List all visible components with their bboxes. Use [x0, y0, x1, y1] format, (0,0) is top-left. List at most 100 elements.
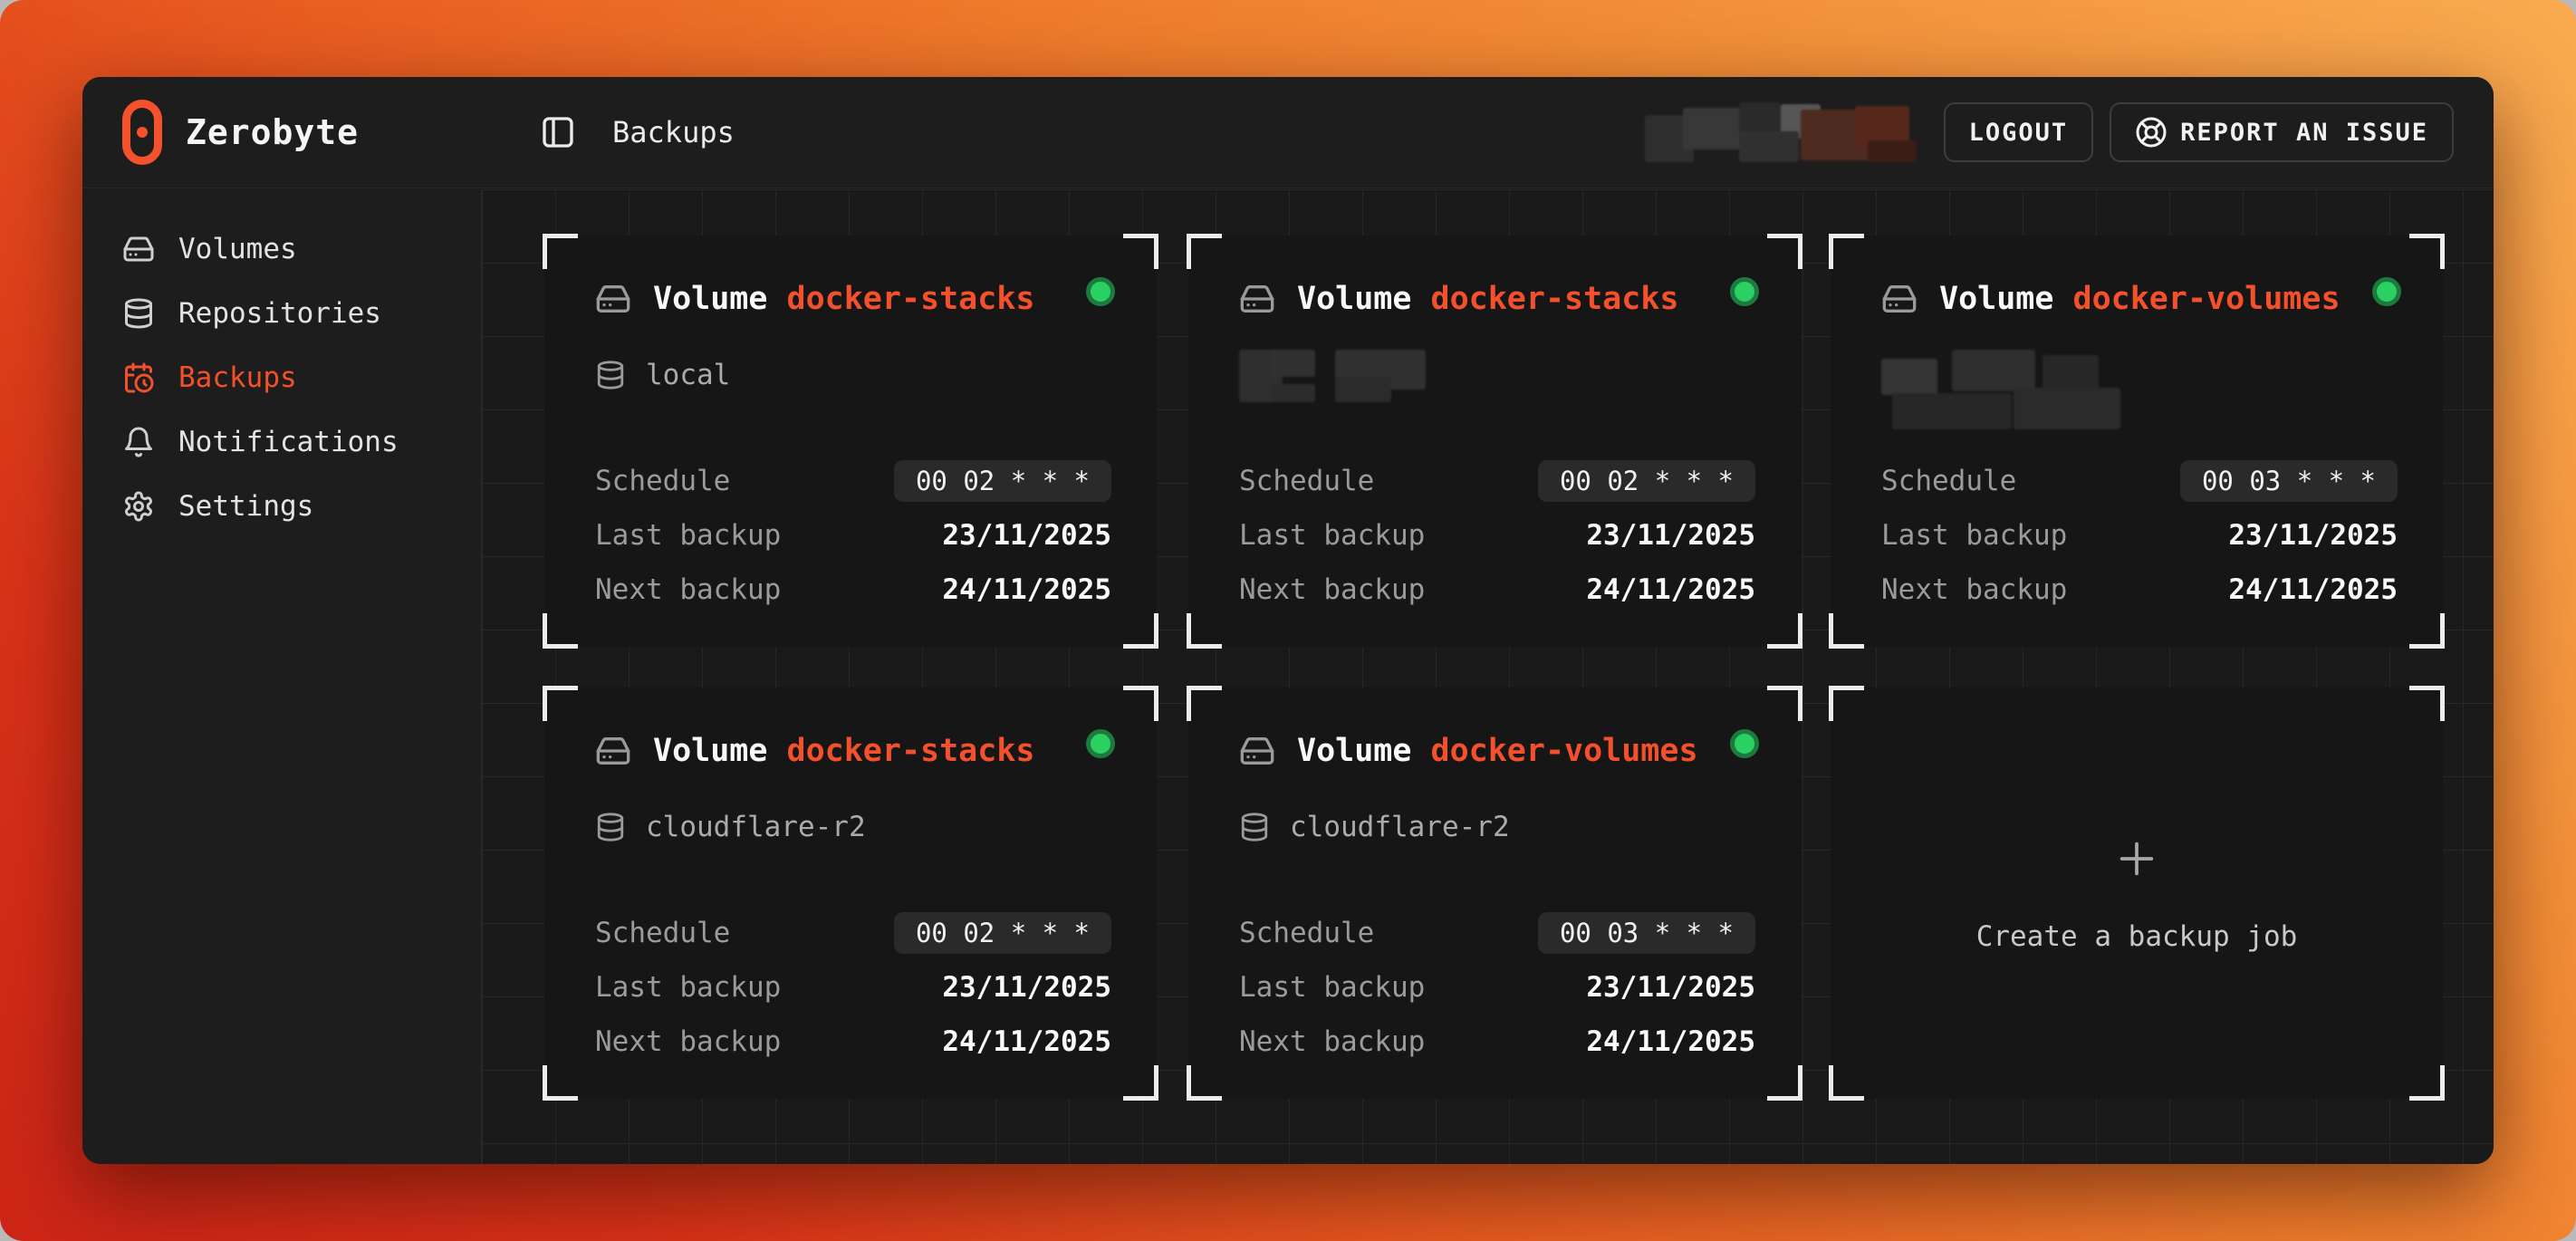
sidebar-item-label: Notifications [178, 426, 399, 458]
database-icon [595, 812, 626, 842]
last-backup-label: Last backup [1881, 519, 2067, 552]
life-buoy-icon [2135, 116, 2167, 149]
hard-drive-icon [595, 281, 631, 317]
repository-name: cloudflare-r2 [1290, 811, 1510, 843]
last-backup-date: 23/11/2025 [2228, 519, 2398, 552]
cron-schedule-badge: 00 02 * * * [894, 912, 1111, 954]
panel-left-icon[interactable] [540, 114, 576, 150]
repository-name: local [646, 359, 730, 391]
hard-drive-icon [1239, 733, 1275, 769]
next-backup-label: Next backup [595, 1025, 781, 1058]
hard-drive-icon [595, 733, 631, 769]
volume-name: docker-stacks [787, 733, 1035, 769]
volume-name: docker-volumes [2073, 281, 2341, 317]
cron-schedule-badge: 00 02 * * * [1538, 460, 1755, 502]
sidebar-item-backups[interactable]: Backups [82, 345, 481, 409]
sidebar: Volumes Repositories Backups Notificatio… [82, 189, 481, 1164]
card-header: Volume docker-volumes [1239, 733, 1698, 769]
card-header: Volume docker-volumes [1881, 281, 2341, 317]
sidebar-item-label: Volumes [178, 233, 297, 265]
status-dot [2372, 277, 2401, 306]
volume-prefix: Volume [653, 733, 787, 769]
last-backup-date: 23/11/2025 [942, 971, 1111, 1004]
sidebar-item-notifications[interactable]: Notifications [82, 409, 481, 474]
desktop-background: Zerobyte Backups [0, 0, 2576, 1241]
backups-grid-area: Volume docker-stacks local Schedule 00 02… [481, 189, 2494, 1164]
next-backup-label: Next backup [1881, 573, 2067, 606]
hard-drive-icon [1881, 281, 1918, 317]
brand: Zerobyte [122, 100, 359, 165]
next-backup-label: Next backup [595, 573, 781, 606]
app-window: Zerobyte Backups [82, 77, 2494, 1164]
schedule-label: Schedule [595, 465, 730, 497]
redacted-repository [1239, 350, 1429, 404]
logout-label: LOGOUT [1969, 119, 2069, 147]
volume-name: docker-stacks [787, 281, 1035, 317]
report-issue-label: REPORT AN ISSUE [2180, 119, 2428, 147]
top-bar: Zerobyte Backups [82, 77, 2494, 188]
next-backup-date: 24/11/2025 [1586, 573, 1755, 606]
next-backup-date: 24/11/2025 [942, 1025, 1111, 1058]
status-dot [1086, 729, 1115, 758]
report-issue-button[interactable]: REPORT AN ISSUE [2110, 102, 2454, 162]
volume-name: docker-volumes [1431, 733, 1698, 769]
status-dot [1086, 277, 1115, 306]
last-backup-date: 23/11/2025 [1586, 519, 1755, 552]
backup-job-card[interactable]: Volume docker-stacks Schedule 00 02 * * *… [1188, 236, 1801, 647]
schedule-label: Schedule [1239, 917, 1374, 949]
sidebar-item-label: Repositories [178, 297, 381, 330]
schedule-label: Schedule [1239, 465, 1374, 497]
next-backup-label: Next backup [1239, 573, 1425, 606]
volume-prefix: Volume [1939, 281, 2073, 317]
cron-schedule-badge: 00 02 * * * [894, 460, 1111, 502]
create-backup-job-card[interactable]: Create a backup job [1831, 688, 2443, 1099]
zerobyte-logo-icon [122, 100, 162, 165]
card-header: Volume docker-stacks [1239, 281, 1678, 317]
sidebar-item-settings[interactable]: Settings [82, 474, 481, 538]
brand-name: Zerobyte [186, 112, 359, 152]
next-backup-date: 24/11/2025 [1586, 1025, 1755, 1058]
last-backup-label: Last backup [595, 519, 781, 552]
backup-job-card[interactable]: Volume docker-volumes cloudflare-r2 Sche… [1188, 688, 1801, 1099]
last-backup-label: Last backup [1239, 971, 1425, 1004]
plus-icon [2111, 833, 2162, 884]
volume-prefix: Volume [653, 281, 787, 317]
last-backup-date: 23/11/2025 [1586, 971, 1755, 1004]
cron-schedule-badge: 00 03 * * * [1538, 912, 1755, 954]
last-backup-date: 23/11/2025 [942, 519, 1111, 552]
status-dot [1730, 729, 1759, 758]
volume-prefix: Volume [1297, 733, 1431, 769]
backup-job-card[interactable]: Volume docker-stacks cloudflare-r2 Sched… [544, 688, 1157, 1099]
backup-job-card[interactable]: Volume docker-volumes Schedule00 03 * * … [1831, 236, 2443, 647]
sidebar-item-label: Settings [178, 490, 313, 523]
repository-name: cloudflare-r2 [646, 811, 866, 843]
sidebar-item-label: Backups [178, 361, 297, 394]
redacted-repository [1881, 350, 2117, 433]
volume-prefix: Volume [1297, 281, 1431, 317]
next-backup-date: 24/11/2025 [942, 573, 1111, 606]
database-icon [1239, 812, 1270, 842]
next-backup-date: 24/11/2025 [2228, 573, 2398, 606]
last-backup-label: Last backup [1239, 519, 1425, 552]
sidebar-item-repositories[interactable]: Repositories [82, 281, 481, 345]
status-dot [1730, 277, 1759, 306]
database-icon [122, 297, 155, 330]
hard-drive-icon [122, 233, 155, 265]
next-backup-label: Next backup [1239, 1025, 1425, 1058]
repository-row: cloudflare-r2 [1239, 811, 1510, 843]
database-icon [595, 360, 626, 390]
calendar-clock-icon [122, 361, 155, 394]
create-backup-job-label: Create a backup job [1976, 920, 2298, 953]
card-header: Volume docker-stacks [595, 281, 1034, 317]
hard-drive-icon [1239, 281, 1275, 317]
bell-icon [122, 426, 155, 458]
schedule-label: Schedule [1881, 465, 2016, 497]
backup-job-card[interactable]: Volume docker-stacks local Schedule 00 02… [544, 236, 1157, 647]
redacted-user-info [1645, 102, 1917, 162]
logout-button[interactable]: LOGOUT [1944, 102, 2094, 162]
gear-icon [122, 490, 155, 523]
sidebar-item-volumes[interactable]: Volumes [82, 216, 481, 281]
repository-row: local [595, 359, 730, 391]
card-header: Volume docker-stacks [595, 733, 1034, 769]
repository-row: cloudflare-r2 [595, 811, 866, 843]
